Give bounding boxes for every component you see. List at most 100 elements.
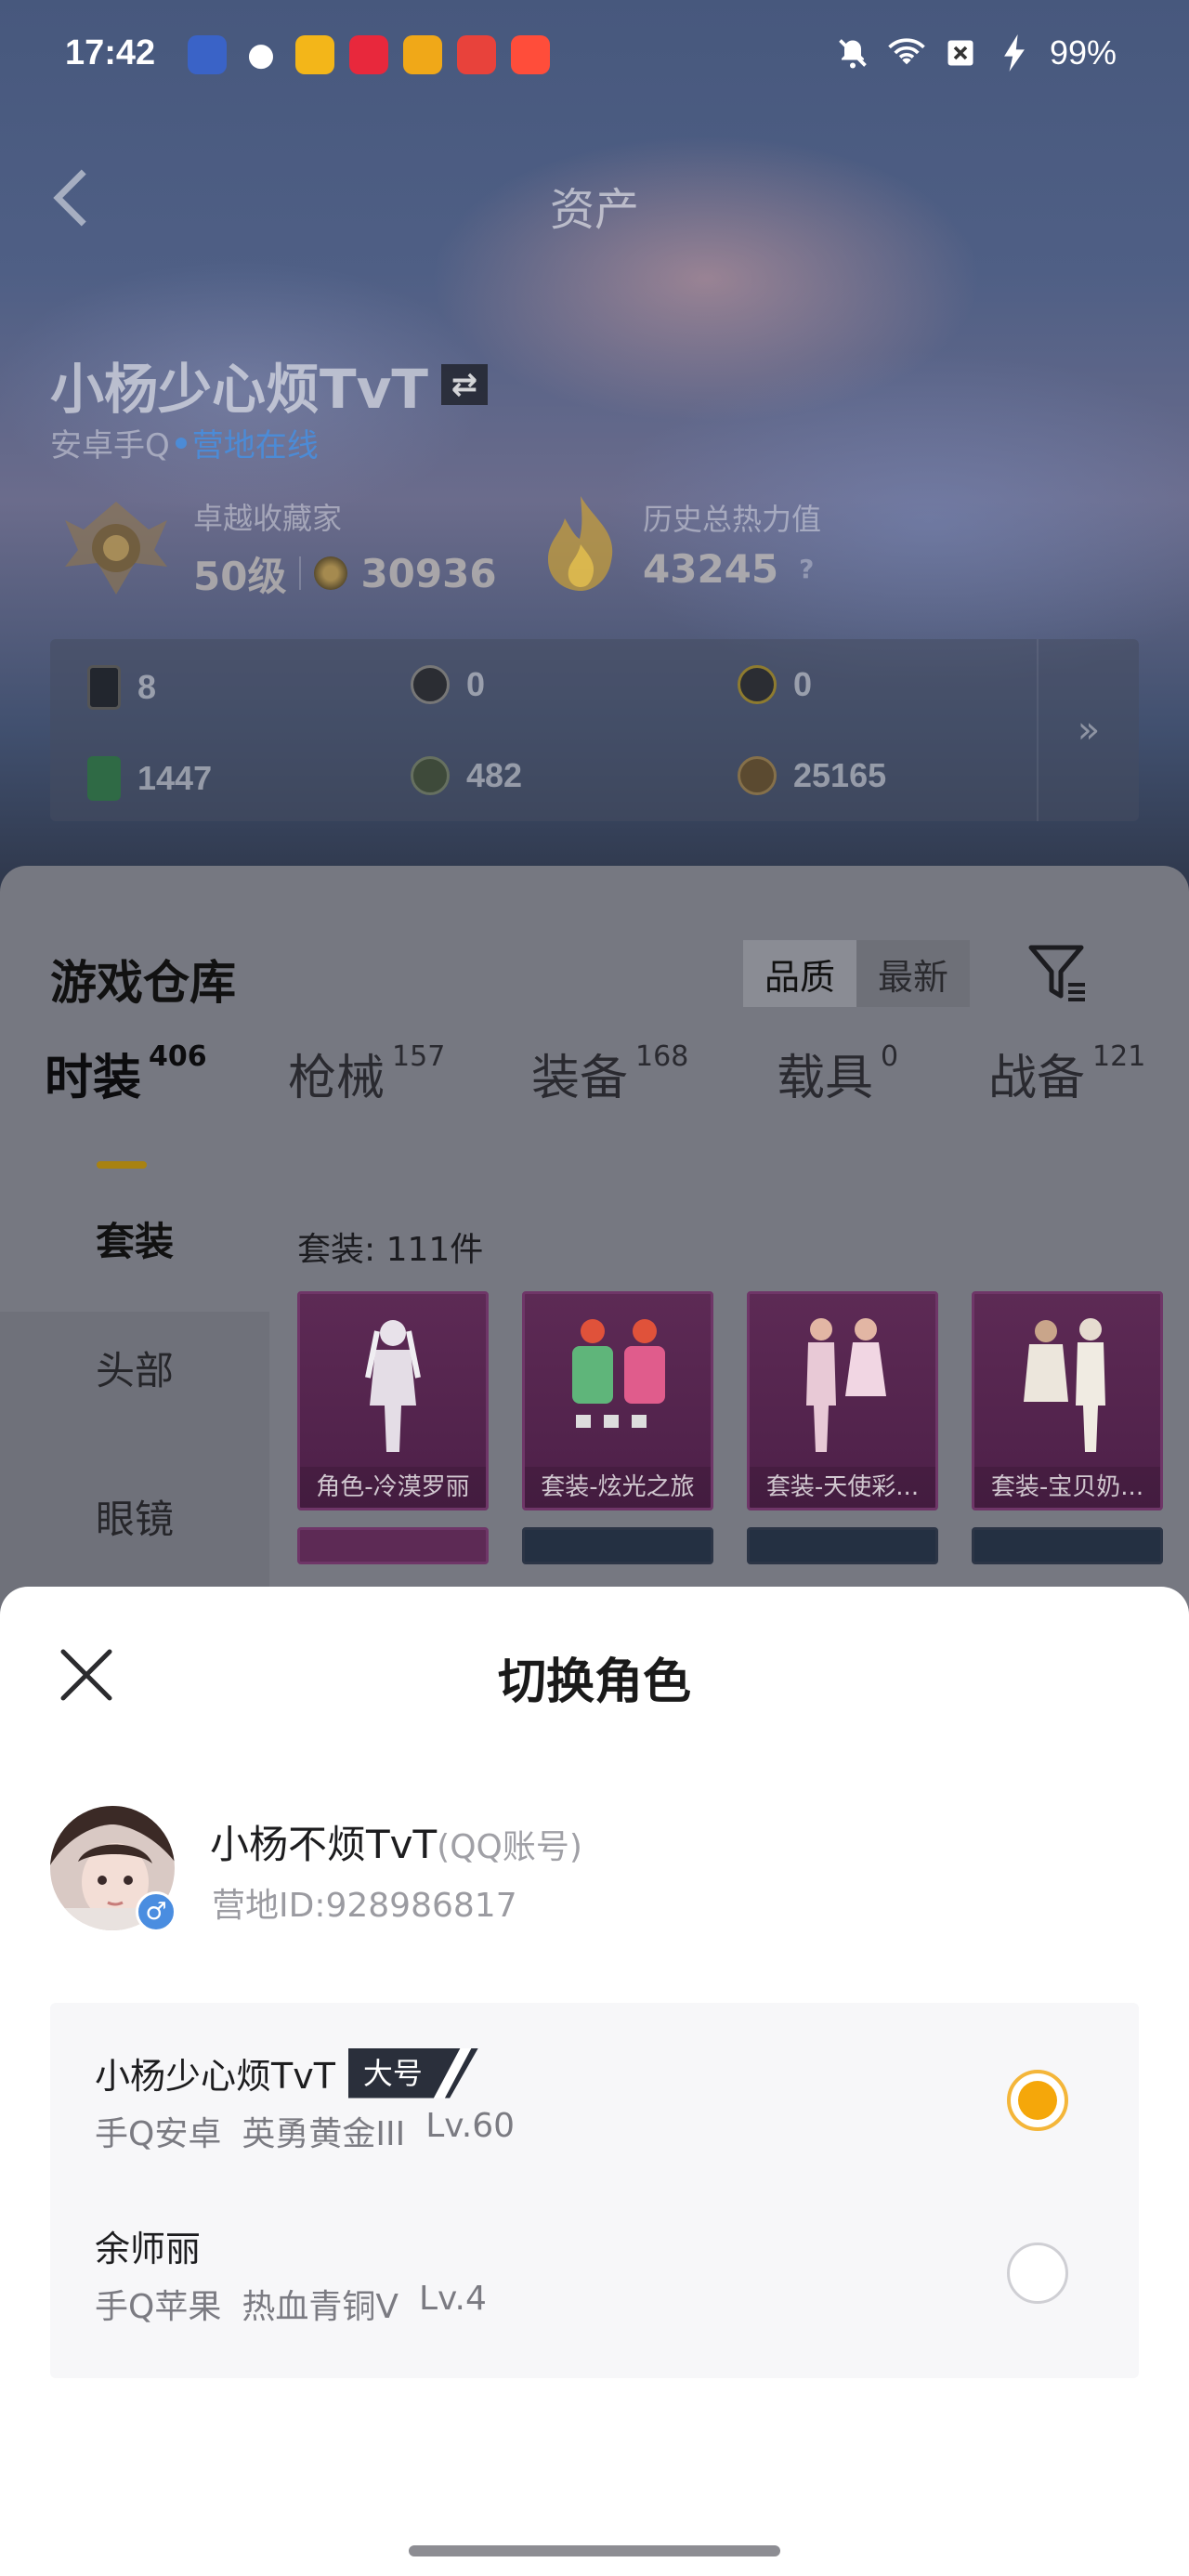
assets-card[interactable]: 8 0 0 1447 482 25165 »	[50, 639, 1139, 821]
item-card[interactable]: 套装-宝贝奶...	[972, 1291, 1163, 1510]
item-card[interactable]: 套装-天使彩...	[747, 1291, 938, 1510]
switch-role-icon[interactable]: ⇄	[440, 364, 488, 405]
sort-quality-button[interactable]: 品质	[743, 940, 856, 1007]
account-profile: ♂ 小杨不烦TvT(QQ账号) 营地ID:928986817	[50, 1806, 1139, 1936]
account-type: (QQ账号)	[437, 1828, 582, 1866]
item-card[interactable]: 角色-冷漠罗丽	[297, 1291, 489, 1510]
item-card[interactable]	[747, 1527, 938, 1564]
camp-id: 营地ID:928986817	[212, 1887, 517, 1925]
sim-off-icon	[942, 34, 979, 72]
collect-coin-icon	[314, 556, 348, 590]
home-indicator[interactable]	[409, 2545, 780, 2556]
rank-badge-icon	[65, 502, 167, 595]
app-screen: 17:42 ● 99% 资产 小杨少心烦TvT ⇄ 安卓手Q 营地在线 卓越收藏…	[0, 0, 1189, 2576]
outfit-figure-icon	[1024, 1318, 1105, 1452]
role-option[interactable]: 余师丽 手Q苹果 热血青铜V Lv.4	[50, 2183, 1139, 2356]
asset-item: 0	[738, 665, 812, 704]
asset-item: 8	[87, 665, 156, 710]
notes-app-icon	[295, 35, 334, 74]
tab-weapons[interactable]: 枪械 157	[288, 1039, 445, 1108]
status-time: 17:42	[65, 33, 156, 72]
dark-coin-icon	[411, 756, 450, 795]
grid-caption: 套装: 111件	[297, 1231, 484, 1269]
role-name-row: 余师丽	[95, 2220, 201, 2271]
side-item-suits[interactable]: 套装	[0, 1172, 269, 1312]
player-platform-row: 安卓手Q 营地在线	[50, 420, 319, 465]
role-radio[interactable]	[1007, 2243, 1068, 2304]
side-item-head[interactable]: 头部	[0, 1340, 269, 1396]
gold-coin-icon	[738, 665, 777, 704]
status-bar: 17:42 ● 99%	[0, 0, 1189, 111]
tab-equipment[interactable]: 装备 168	[531, 1039, 688, 1108]
rank-title: 卓越收藏家	[193, 500, 343, 536]
item-label: 套装-天使彩...	[750, 1467, 935, 1508]
game-app-icon	[403, 35, 442, 74]
role-rank: 英勇黄金III	[242, 2115, 406, 2153]
tab-vehicles[interactable]: 载具 0	[777, 1039, 898, 1108]
heat-title: 历史总热力值	[643, 501, 822, 537]
app-notification-icon	[188, 35, 227, 74]
item-card[interactable]: 套装-炫光之旅	[522, 1291, 713, 1510]
bronze-coin-icon	[738, 756, 777, 795]
video-app-icon	[457, 35, 496, 74]
role-meta: 手Q安卓 英勇黄金III Lv.60	[95, 2107, 515, 2155]
sort-newest-button[interactable]: 最新	[856, 940, 970, 1007]
online-dot-icon	[175, 437, 187, 449]
player-platform: 安卓手Q	[50, 427, 170, 464]
account-name-row: 小杨不烦TvT(QQ账号)	[210, 1813, 582, 1870]
role-name-row: 小杨少心烦TvT 大号	[95, 2047, 478, 2099]
item-card[interactable]	[522, 1527, 713, 1564]
rank-block: 卓越收藏家 50级 30936	[56, 492, 497, 604]
role-name: 余师丽	[95, 2229, 202, 2269]
item-label: 角色-冷漠罗丽	[300, 1467, 486, 1508]
asset-item: 0	[411, 665, 485, 704]
role-meta: 手Q苹果 热血青铜V Lv.4	[95, 2280, 487, 2328]
outfit-figure-icon	[806, 1318, 886, 1452]
role-platform: 手Q安卓	[95, 2115, 222, 2153]
warehouse-title: 游戏仓库	[50, 956, 236, 1010]
charging-icon	[996, 34, 1033, 72]
role-level: Lv.60	[425, 2107, 516, 2145]
player-level: 50级	[193, 553, 287, 599]
green-ticket-icon	[87, 756, 121, 801]
main-account-badge: 大号	[347, 2047, 478, 2099]
status-indicators: 99%	[834, 33, 1117, 72]
card-icon	[87, 665, 121, 710]
player-name-row: 小杨少心烦TvT ⇄	[50, 346, 488, 424]
filter-icon[interactable]	[1026, 940, 1091, 1005]
item-label: 套装-宝贝奶...	[974, 1467, 1160, 1508]
player-name: 小杨少心烦TvT	[50, 358, 428, 421]
active-tab-indicator	[97, 1161, 147, 1169]
top-nav: 资产	[0, 158, 1189, 242]
heat-value: 43245	[643, 545, 779, 592]
mute-bell-icon	[834, 34, 871, 72]
role-radio-selected[interactable]	[1007, 2070, 1068, 2131]
music-app-icon	[349, 35, 388, 74]
page-title: 资产	[549, 184, 639, 236]
help-icon[interactable]: ?	[799, 554, 814, 584]
battery-level: 99%	[1049, 33, 1117, 72]
silver-coin-icon	[411, 665, 450, 704]
role-option[interactable]: 小杨少心烦TvT 大号 手Q安卓 英勇黄金III Lv.60	[50, 2010, 1139, 2183]
account-name: 小杨不烦TvT	[210, 1822, 438, 1867]
item-label: 套装-炫光之旅	[525, 1467, 711, 1508]
wifi-icon	[888, 34, 925, 72]
item-card[interactable]	[972, 1527, 1163, 1564]
switch-role-sheet: 切换角色 ♂ 小杨不烦TvT(QQ账号) 营地ID:928986817 小杨少心…	[0, 1587, 1189, 2576]
sort-group: 品质 最新	[743, 940, 970, 1007]
tab-fashion[interactable]: 时装 406	[45, 1039, 207, 1108]
tab-gear[interactable]: 战备 121	[988, 1039, 1145, 1108]
sheet-title: 切换角色	[497, 1654, 691, 1710]
outfit-figure-icon	[365, 1320, 421, 1452]
wechat-icon: ●	[247, 36, 275, 73]
assets-more-button[interactable]: »	[1037, 639, 1139, 821]
role-level: Lv.4	[418, 2280, 487, 2318]
flame-icon	[548, 496, 613, 591]
side-item-glasses[interactable]: 眼镜	[0, 1488, 269, 1545]
asset-item: 25165	[738, 756, 886, 795]
role-rank: 热血青铜V	[242, 2288, 399, 2326]
notification-app-icons: ●	[188, 35, 550, 74]
item-card[interactable]	[297, 1527, 489, 1564]
role-platform: 手Q苹果	[95, 2288, 222, 2326]
collect-points: 30936	[360, 550, 497, 596]
